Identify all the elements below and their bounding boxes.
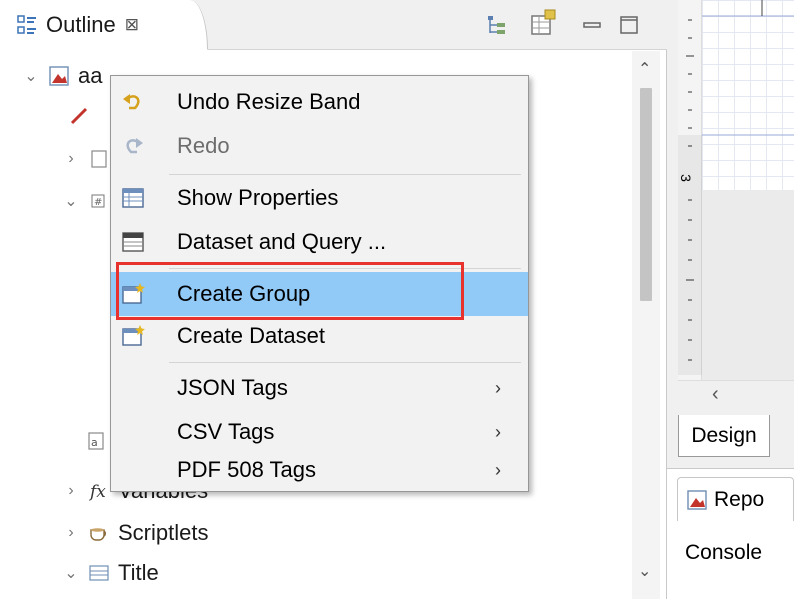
menu-item-create-dataset[interactable]: Create Dataset — [111, 314, 528, 358]
scroll-thumb[interactable] — [640, 88, 652, 301]
band-icon — [88, 562, 110, 584]
tree-item-style[interactable] — [62, 96, 98, 136]
tree-item-label: aa — [78, 63, 103, 88]
minimize-icon[interactable] — [580, 13, 604, 37]
tree-item-label: Title — [118, 560, 159, 585]
tab-design[interactable]: Design — [678, 415, 770, 457]
chevron-right-icon: › — [495, 459, 501, 480]
horizontal-scrollbar[interactable]: ‹ — [678, 380, 794, 410]
field-icon: a — [86, 430, 108, 452]
dataset-query-icon — [121, 230, 145, 254]
scroll-down-icon[interactable]: ⌄ — [638, 561, 651, 581]
menu-separator — [169, 362, 521, 363]
chevron-right-icon[interactable]: › — [60, 524, 82, 542]
parameters-icon: # — [88, 190, 110, 212]
menu-item-redo[interactable]: Redo — [111, 124, 528, 168]
report-icon — [686, 489, 708, 511]
menu-item-undo-resize-band[interactable]: Undo Resize Band — [111, 80, 528, 124]
chevron-right-icon: › — [495, 377, 501, 398]
menu-item-show-properties[interactable]: Show Properties — [111, 176, 528, 220]
chevron-down-icon[interactable]: ⌄ — [60, 191, 82, 211]
tree-view-icon[interactable] — [485, 13, 509, 37]
tree-item-title[interactable]: ⌄ Title — [60, 553, 159, 593]
svg-text:a: a — [91, 436, 98, 449]
vertical-ruler: 3 — [678, 0, 702, 380]
tree-item-label: Scriptlets — [118, 520, 209, 545]
chevron-right-icon: › — [495, 421, 501, 442]
outline-tab[interactable]: Outline ⊠ — [0, 0, 208, 50]
outline-tab-title: Outline — [46, 11, 116, 37]
svg-text:fx: fx — [88, 482, 106, 502]
scroll-up-icon[interactable]: ⌃ — [638, 59, 651, 79]
properties-table-icon — [121, 186, 145, 210]
maximize-icon[interactable] — [617, 13, 641, 37]
tab-console[interactable]: Console — [685, 541, 762, 565]
tree-item-scriptlets[interactable]: › Scriptlets — [60, 513, 208, 553]
scroll-left-icon[interactable]: ‹ — [712, 383, 719, 406]
undo-arrow-icon — [121, 90, 145, 114]
bottom-panel: Repo Console — [667, 468, 794, 599]
highlight-annotation — [116, 262, 464, 320]
create-dataset-icon — [121, 324, 145, 348]
outline-icon — [16, 14, 38, 36]
view-menu-icon[interactable] — [528, 8, 558, 38]
dataset-icon — [88, 148, 110, 170]
redo-arrow-icon — [121, 134, 145, 158]
chevron-right-icon[interactable]: › — [60, 482, 82, 500]
tab-report-state[interactable]: Repo — [677, 477, 794, 521]
tree-item-report[interactable]: ⌄ aa — [20, 56, 102, 96]
close-icon[interactable]: ⊠ — [125, 15, 139, 35]
report-icon — [48, 65, 70, 87]
svg-text:#: # — [94, 197, 102, 208]
outline-tabbar: Outline ⊠ — [0, 0, 667, 50]
chevron-right-icon[interactable]: › — [60, 150, 82, 168]
chevron-down-icon[interactable]: ⌄ — [60, 563, 82, 583]
menu-item-dataset-and-query[interactable]: Dataset and Query ... — [111, 220, 528, 264]
menu-item-pdf-508-tags[interactable]: PDF 508 Tags › — [111, 448, 528, 492]
menu-separator — [169, 174, 521, 175]
ruler-mark: 3 — [677, 174, 694, 182]
design-canvas[interactable] — [702, 0, 794, 380]
pencil-icon — [68, 105, 90, 127]
chevron-down-icon[interactable]: ⌄ — [20, 66, 42, 86]
fx-icon: fx — [88, 480, 110, 502]
vertical-scrollbar[interactable]: ⌃ ⌄ — [632, 51, 660, 599]
report-tab-label: Repo — [714, 487, 765, 511]
coffee-cup-icon — [88, 522, 110, 544]
menu-item-json-tags[interactable]: JSON Tags › — [111, 366, 528, 410]
design-tab-label: Design — [691, 423, 757, 447]
